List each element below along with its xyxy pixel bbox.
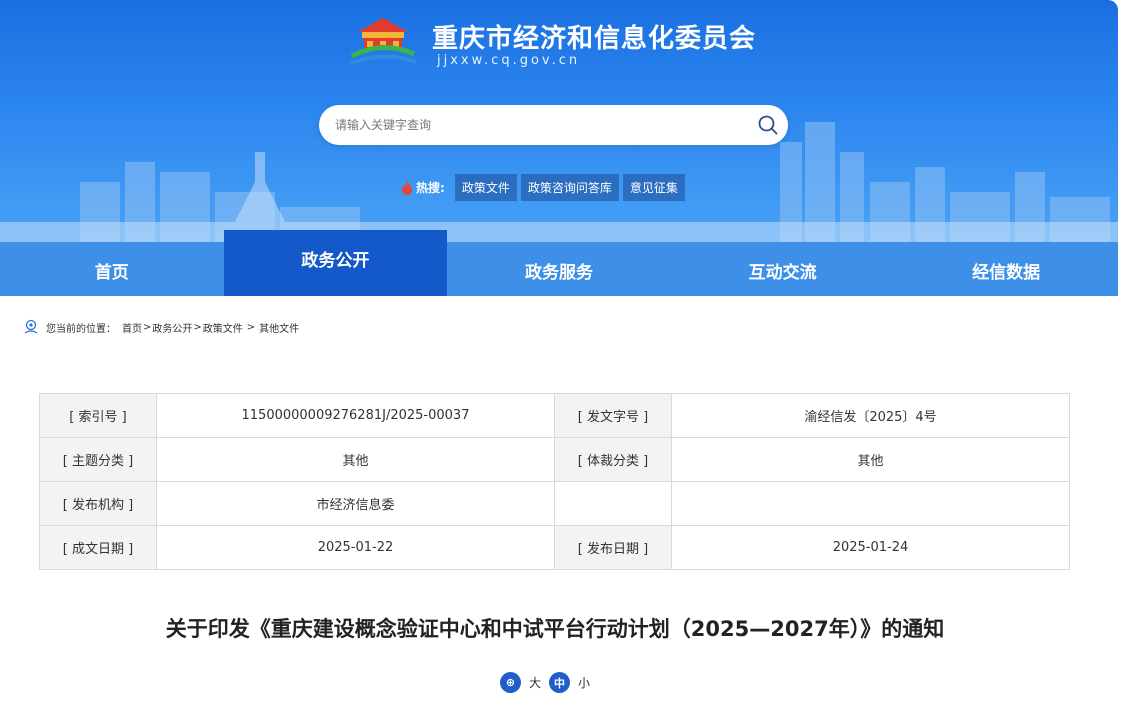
breadcrumb-item-policy-files[interactable]: 政策文件 — [203, 320, 243, 335]
value-topic-category: 其他 — [156, 437, 555, 482]
font-size-control: ⊕ 大 中 小 — [500, 672, 598, 693]
document-info-table: [ 索引号 ] 11500000009276281J/2025-00037 [ … — [39, 393, 1070, 570]
breadcrumb-separator: > — [193, 321, 202, 333]
breadcrumb: 您当前的位置： 首页 > 政务公开 > 政策文件 > 其他文件 — [22, 318, 299, 336]
site-title: 重庆市经济和信息化委员会 — [432, 24, 757, 54]
breadcrumb-separator: > — [246, 321, 256, 333]
label-empty — [554, 481, 672, 526]
fire-icon — [402, 180, 412, 195]
site-header: 重庆市经济和信息化委员会 jjxxw.cq.gov.cn 热搜: 政策文件 政策… — [0, 0, 1118, 242]
search-bar — [319, 105, 788, 145]
location-icon — [24, 319, 38, 334]
table-row: [ 成文日期 ] 2025-01-22 [ 发布日期 ] 2025-01-24 — [39, 525, 1070, 570]
breadcrumb-item-home[interactable]: 首页 — [122, 320, 142, 335]
font-large-icon[interactable]: ⊕ — [500, 672, 521, 693]
value-index-number: 11500000009276281J/2025-00037 — [156, 393, 555, 438]
font-large-button[interactable]: 大 — [529, 674, 541, 691]
label-topic-category: [ 主题分类 ] — [39, 437, 157, 482]
hot-search: 热搜: 政策文件 政策咨询问答库 意见征集 — [400, 174, 689, 201]
table-row: [ 发布机构 ] 市经济信息委 — [39, 481, 1070, 526]
value-written-date: 2025-01-22 — [156, 525, 555, 570]
nav-item-home[interactable]: 首页 — [0, 242, 224, 296]
label-document-number: [ 发文字号 ] — [554, 393, 672, 438]
value-empty — [671, 481, 1070, 526]
table-row: [ 索引号 ] 11500000009276281J/2025-00037 [ … — [39, 393, 1070, 438]
site-domain: jjxxw.cq.gov.cn — [437, 53, 581, 68]
main-nav: 首页 政务公开 政务服务 互动交流 经信数据 — [0, 230, 1118, 296]
table-row: [ 主题分类 ] 其他 [ 体裁分类 ] 其他 — [39, 437, 1070, 482]
value-genre-category: 其他 — [671, 437, 1070, 482]
nav-item-data[interactable]: 经信数据 — [894, 242, 1118, 296]
hot-tag-opinion[interactable]: 意见征集 — [622, 174, 685, 201]
hot-search-label: 热搜: — [416, 181, 445, 195]
city-emblem-icon — [349, 18, 417, 66]
value-document-number: 渝经信发〔2025〕4号 — [671, 393, 1070, 438]
breadcrumb-item-gov-affairs[interactable]: 政务公开 — [152, 320, 192, 335]
value-issuing-agency: 市经济信息委 — [156, 481, 555, 526]
article-title: 关于印发《重庆建设概念验证中心和中试平台行动计划（2025—2027年）》的通知 — [165, 617, 945, 641]
breadcrumb-prefix: 您当前的位置： — [46, 323, 116, 335]
search-icon — [758, 115, 778, 135]
font-small-button[interactable]: 小 — [578, 674, 590, 691]
label-written-date: [ 成文日期 ] — [39, 525, 157, 570]
value-publish-date: 2025-01-24 — [671, 525, 1070, 570]
breadcrumb-separator: > — [143, 321, 152, 333]
label-index-number: [ 索引号 ] — [39, 393, 157, 438]
breadcrumb-item-other-files[interactable]: 其他文件 — [259, 320, 299, 335]
nav-item-interaction[interactable]: 互动交流 — [671, 242, 895, 296]
nav-item-government-affairs[interactable]: 政务公开 — [223, 230, 448, 296]
search-input[interactable] — [335, 118, 748, 132]
label-publish-date: [ 发布日期 ] — [554, 525, 672, 570]
search-button[interactable] — [748, 105, 788, 145]
hot-tag-policy-files[interactable]: 政策文件 — [454, 174, 517, 201]
label-genre-category: [ 体裁分类 ] — [554, 437, 672, 482]
nav-item-services[interactable]: 政务服务 — [447, 242, 671, 296]
hot-tag-policy-qa[interactable]: 政策咨询问答库 — [520, 174, 619, 201]
label-issuing-agency: [ 发布机构 ] — [39, 481, 157, 526]
font-medium-button[interactable]: 中 — [549, 672, 571, 693]
